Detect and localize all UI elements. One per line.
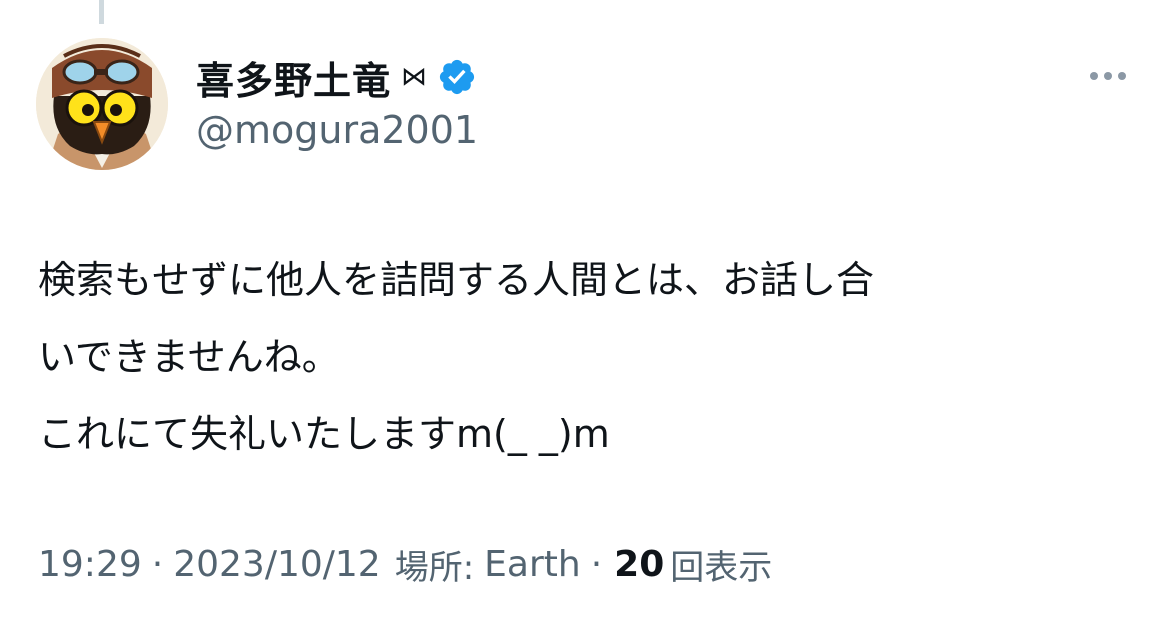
thread-connector-line [99, 0, 104, 24]
location-label: 場所: [394, 548, 475, 588]
views-count[interactable]: 20 [614, 544, 664, 585]
more-horizontal-icon [1118, 72, 1126, 80]
tweet-text-line: これにて失礼いたしますm(_ _)m [38, 412, 610, 456]
author-display-name[interactable]: 喜多野土竜 [196, 50, 391, 105]
avatar[interactable] [36, 38, 168, 170]
author-name-row[interactable]: 喜多野土竜 ⋈ [196, 50, 477, 105]
verified-badge-icon [437, 57, 477, 97]
meta-separator: · [151, 544, 164, 585]
tweet-time[interactable]: 19:29 [38, 544, 142, 585]
more-options-button[interactable] [1084, 62, 1132, 90]
views-label: 回表示 [670, 548, 773, 588]
more-horizontal-icon [1090, 72, 1098, 80]
author-handle[interactable]: @mogura2001 [196, 108, 478, 152]
tweet-metadata: 19:29 · 2023/10/12 場所: Earth · 20 回表示 [38, 540, 772, 589]
owl-avatar-image [36, 38, 168, 170]
tweet-text-line: いできませんね。 [38, 335, 340, 379]
location-value: Earth [484, 544, 581, 585]
tweet-text: 検索もせずに他人を詰問する人間とは、お話し合 いできませんね。 これにて失礼いた… [38, 242, 1138, 473]
tweet-text-line: 検索もせずに他人を詰問する人間とは、お話し合 [38, 258, 875, 302]
tweet-date[interactable]: 2023/10/12 [173, 544, 381, 585]
name-symbol: ⋈ [401, 62, 428, 92]
meta-separator: · [590, 544, 603, 585]
more-horizontal-icon [1104, 72, 1112, 80]
